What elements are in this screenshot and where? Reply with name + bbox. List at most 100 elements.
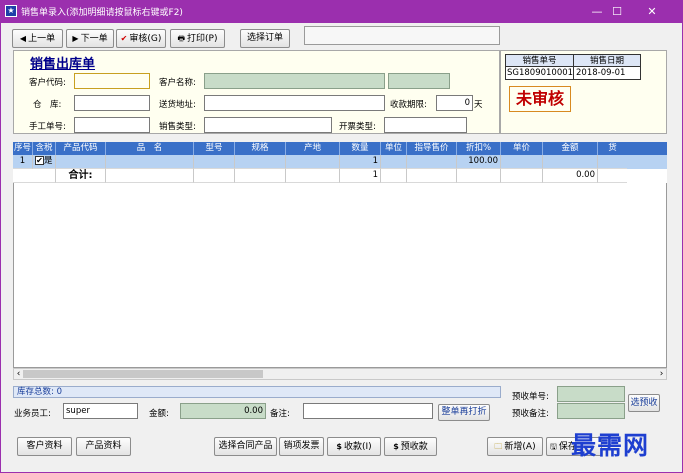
table-row[interactable]: 1 ✔是 1 100.00 [13,155,667,169]
dollar-icon: $ [393,442,399,451]
next-icon: ▶ [72,34,79,43]
order-date-header: 销售日期 [574,55,640,67]
audit-label: 审核(G) [129,34,162,44]
col-header[interactable]: 品 名 [106,142,194,155]
cell-price[interactable] [501,155,543,169]
scroll-left-icon[interactable]: ‹ [14,369,23,379]
col-header[interactable]: 金额 [543,142,598,155]
col-header[interactable]: 数量 [340,142,381,155]
payment-term-unit: 天 [474,100,483,110]
cell-extra[interactable] [598,155,627,169]
invoice-type-label: 开票类型: [339,122,376,132]
total-row: 合计: 1 0.00 [13,169,667,183]
remark-input[interactable] [303,403,433,419]
horizontal-scrollbar[interactable]: ‹ › [13,368,667,380]
cell-quantity[interactable]: 1 [340,155,381,169]
customer-code-label: 客户代码: [29,78,66,88]
prepay-no-input[interactable] [557,386,625,402]
cell-product-code[interactable] [56,155,106,169]
delivery-address-label: 送货地址: [159,100,196,110]
manual-no-label: 手工单号: [29,122,66,132]
customer-name-label: 客户名称: [159,78,196,88]
amount-label: 金额: [149,409,169,419]
save-icon: 🖫 [550,442,557,451]
sales-invoice-button[interactable]: 销项发票 [279,437,324,456]
maximize-button[interactable]: ☐ [597,0,637,23]
amount-input[interactable]: 0.00 [180,403,266,419]
warehouse-label: 仓 库: [33,100,62,110]
col-header[interactable]: 含税 [33,142,56,155]
print-button[interactable]: 🖶 打印(P) [170,29,225,48]
form-title: 销售出库单 [30,57,96,72]
receipt-button[interactable]: $ 收款(I) [327,437,381,456]
cell-guide-price[interactable] [407,155,457,169]
order-search-field[interactable] [304,26,500,45]
product-info-button[interactable]: 产品资料 [76,437,131,456]
app-icon: ★ [5,5,17,17]
cell-origin[interactable] [286,155,340,169]
total-amount: 0.00 [543,169,598,183]
invoice-type-input[interactable] [384,117,467,133]
cell-unit[interactable] [381,155,407,169]
close-button[interactable]: ✕ [632,0,672,23]
scroll-right-icon[interactable]: › [657,369,666,379]
dollar-icon: $ [336,442,342,451]
printer-icon: 🖶 [177,34,186,43]
scroll-thumb[interactable] [23,370,263,378]
col-header[interactable]: 序号 [13,142,33,155]
select-order-button[interactable]: 选择订单 [240,29,290,48]
stock-total-bar: 库存总数: 0 [13,386,501,398]
select-prepay-button[interactable]: 选预收 [628,394,660,412]
col-header[interactable]: 型号 [194,142,235,155]
remark-label: 备注: [270,409,290,419]
col-header[interactable]: 规格 [235,142,286,155]
customer-info-button[interactable]: 客户资料 [17,437,72,456]
order-number-header: 销售单号 [506,55,574,67]
new-button[interactable]: 🗀 新增(A) [487,437,543,456]
col-header[interactable]: 单位 [381,142,407,155]
prev-icon: ◀ [19,34,27,43]
tax-text: 是 [44,156,53,166]
payment-term-input[interactable]: 0 [436,95,473,111]
cell-model[interactable] [194,155,235,169]
customer-name-input[interactable] [204,73,385,89]
delivery-address-input[interactable] [204,95,385,111]
sales-type-input[interactable] [204,117,332,133]
receipt-label: 收款(I) [343,442,372,452]
audit-button[interactable]: ✔ 审核(G) [116,29,166,48]
prepay-remark-label: 预收备注: [512,409,549,419]
next-label: 下一单 [80,34,108,44]
tax-checkbox[interactable]: ✔ [35,156,44,165]
col-header[interactable]: 单价 [501,142,543,155]
cell-amount[interactable] [543,155,598,169]
prev-button[interactable]: ◀ 上一单 [12,29,63,48]
reprint-discount-button[interactable]: 整单再打折 [438,404,490,421]
grid-header: 序号 含税 产品代码 品 名 型号 规格 产地 数量 单位 指导售价 折扣% 单… [13,142,667,155]
manual-no-input[interactable] [74,117,150,133]
watermark-logo: 最需网 [571,431,650,460]
col-header[interactable]: 货 [598,142,627,155]
salesperson-input[interactable]: super [63,403,138,419]
col-header[interactable]: 产品代码 [56,142,106,155]
cell-product-name[interactable] [106,155,194,169]
col-header[interactable]: 指导售价 [407,142,457,155]
total-label: 合计: [56,169,106,183]
prepay-button[interactable]: $ 预收款 [384,437,437,456]
prepay-remark-input[interactable] [557,403,625,419]
title-bar: ★ 销售单录入(添加明细请按鼠标右键或F2) — ☐ ✕ [0,0,683,23]
cell-tax[interactable]: ✔是 [33,155,56,169]
window-title: 销售单录入(添加明细请按鼠标右键或F2) [21,8,183,18]
col-header[interactable]: 折扣% [457,142,501,155]
warehouse-input[interactable] [74,95,150,111]
sales-type-label: 销售类型: [159,122,196,132]
audit-status-badge: 未审核 [509,86,571,112]
cell-spec[interactable] [235,155,286,169]
col-header[interactable]: 产地 [286,142,340,155]
customer-extra-input[interactable] [388,73,450,89]
folder-icon: 🗀 [494,442,503,451]
customer-code-input[interactable] [74,73,150,89]
select-contract-button[interactable]: 选择合同产品 [214,437,277,456]
cell-discount[interactable]: 100.00 [457,155,501,169]
next-button[interactable]: ▶ 下一单 [66,29,114,48]
prev-label: 上一单 [28,34,56,44]
